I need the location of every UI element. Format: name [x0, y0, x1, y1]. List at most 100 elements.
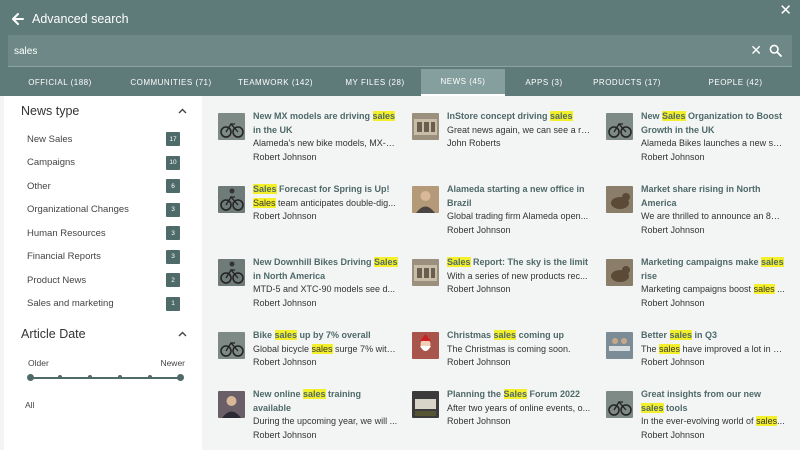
news-title[interactable]: Alameda starting a new office in Brazil: [447, 183, 592, 210]
news-title[interactable]: Bike sales up by 7% overall: [253, 329, 398, 343]
search-icon[interactable]: [769, 44, 782, 57]
news-title[interactable]: Christmas sales coming up: [447, 329, 592, 343]
news-type-item[interactable]: Product News 2: [27, 270, 180, 290]
news-card[interactable]: Marketing campaigns make sales rise Marke…: [606, 256, 786, 318]
news-type-title: News type: [21, 104, 80, 118]
search-term-highlight: Sales: [447, 257, 471, 267]
category-tabs: OFFICIAL (188) COMMUNITIES (71) TEAMWORK (…: [0, 69, 800, 96]
news-title[interactable]: New Sales Organization to Boost Growth i…: [641, 110, 786, 137]
count-badge: 3: [166, 226, 180, 240]
news-excerpt: Alameda Bikes launches a new sal...: [641, 138, 786, 148]
news-card-text: New MX models are driving sales in the U…: [253, 110, 398, 164]
news-title[interactable]: New Downhill Bikes Driving Sales in Nort…: [253, 256, 398, 283]
news-type-item[interactable]: Financial Reports 3: [27, 247, 180, 267]
search-term-highlight: sales: [659, 343, 681, 354]
slider-tick: [58, 375, 62, 379]
search-term-highlight: sales: [761, 257, 784, 267]
news-author: Robert Johnson: [641, 357, 705, 367]
slider-handle-start[interactable]: [26, 374, 34, 381]
news-excerpt: We are thrilled to announce an 8%...: [641, 211, 786, 221]
slider-handle-end[interactable]: [176, 374, 184, 381]
news-thumbnail: [412, 186, 439, 213]
news-card[interactable]: InStore concept driving sales Great news …: [412, 110, 592, 172]
news-card[interactable]: Great insights from our new sales tools I…: [606, 388, 786, 450]
search-input[interactable]: [14, 41, 714, 61]
slider-tick: [118, 375, 122, 379]
news-type-item[interactable]: Sales and marketing 1: [27, 294, 180, 314]
news-type-label: Campaigns: [27, 157, 76, 168]
news-card-text: Sales Report: The sky is the limit With a…: [447, 256, 592, 297]
news-title[interactable]: Market share rising in North America: [641, 183, 786, 210]
news-author: Robert Johnson: [253, 151, 317, 162]
count-badge: 1: [166, 296, 180, 311]
tab-teamwork[interactable]: TEAMWORK (142): [222, 69, 329, 96]
news-card-text: New Downhill Bikes Driving Sales in Nort…: [253, 256, 398, 310]
news-card[interactable]: Better sales in Q3 The sales have improve…: [606, 329, 786, 391]
search-term-highlight: Sales: [503, 389, 528, 399]
news-excerpt: The Christmas is coming soon.: [447, 343, 571, 354]
news-card[interactable]: Planning the Sales Forum 2022 After two y…: [412, 388, 592, 450]
count-badge: 6: [166, 179, 180, 193]
search-term-highlight: Sales: [253, 184, 277, 194]
news-card[interactable]: Sales Forecast for Spring is Up! Sales te…: [218, 183, 398, 245]
news-card[interactable]: Alameda starting a new office in Brazil G…: [412, 183, 592, 245]
news-card-text: Christmas sales coming up The Christmas i…: [447, 329, 592, 370]
news-thumbnail: [412, 113, 439, 140]
search-term-highlight: sales: [372, 111, 396, 121]
news-card[interactable]: New online sales training available Durin…: [218, 388, 398, 450]
news-type-item[interactable]: Campaigns 10: [27, 153, 180, 173]
news-type-item[interactable]: Other 6: [27, 176, 180, 196]
search-term-highlight: sales: [756, 416, 778, 426]
tab-news[interactable]: NEWS (45): [421, 69, 505, 96]
news-title[interactable]: Sales Report: The sky is the limit: [447, 256, 592, 270]
search-term-highlight: sales: [274, 330, 298, 340]
clear-search-icon[interactable]: ✕: [750, 43, 762, 57]
news-type-label: Sales and marketing: [27, 298, 114, 309]
news-type-header[interactable]: News type: [21, 104, 187, 118]
news-excerpt: Sales team anticipates double-dig...: [253, 197, 396, 208]
tab-products[interactable]: PRODUCTS (17): [583, 69, 671, 96]
date-slider[interactable]: [26, 374, 184, 381]
count-badge: 3: [166, 202, 180, 217]
back-button[interactable]: Advanced search: [12, 12, 129, 26]
news-card[interactable]: New Sales Organization to Boost Growth i…: [606, 110, 786, 172]
news-author: Robert Johnson: [253, 211, 317, 221]
news-author: Robert Johnson: [641, 224, 705, 235]
news-card[interactable]: Bike sales up by 7% overall Global bicycl…: [218, 329, 398, 391]
search-term-highlight: Sales: [253, 197, 276, 208]
news-title[interactable]: Planning the Sales Forum 2022: [447, 388, 592, 402]
page-title: Advanced search: [32, 12, 129, 26]
news-author: John Roberts: [447, 138, 501, 148]
news-card[interactable]: Market share rising in North America We a…: [606, 183, 786, 245]
news-author: Robert Johnson: [253, 297, 317, 308]
news-type-item[interactable]: Organizational Changes 3: [27, 200, 180, 220]
tab-my[interactable]: MY FILES (28): [329, 69, 421, 96]
search-term-highlight: Sales: [374, 257, 398, 267]
close-icon[interactable]: ✕: [779, 3, 792, 18]
news-title[interactable]: Better sales in Q3: [641, 329, 786, 343]
news-type-item[interactable]: Human Resources 3: [27, 223, 180, 243]
tab-apps[interactable]: APPS (3): [505, 69, 583, 96]
news-card[interactable]: New Downhill Bikes Driving Sales in Nort…: [218, 256, 398, 318]
article-date-header[interactable]: Article Date: [21, 327, 187, 341]
news-title[interactable]: Great insights from our new sales tools: [641, 388, 786, 415]
news-title[interactable]: Marketing campaigns make sales rise: [641, 256, 786, 283]
news-type-label: Other: [27, 180, 51, 192]
news-title[interactable]: New online sales training available: [253, 388, 398, 415]
news-author: Robert Johnson: [641, 429, 705, 440]
tab-official[interactable]: OFFICIAL (188): [0, 69, 120, 96]
news-card-text: Market share rising in North America We a…: [641, 183, 786, 237]
news-title[interactable]: Sales Forecast for Spring is Up!: [253, 183, 398, 197]
news-title[interactable]: InStore concept driving sales: [447, 110, 592, 124]
news-card[interactable]: Sales Report: The sky is the limit With a…: [412, 256, 592, 318]
news-type-item[interactable]: New Sales 17: [27, 129, 180, 149]
tab-communities[interactable]: COMMUNITIES (71): [120, 69, 222, 96]
news-card[interactable]: Christmas sales coming up The Christmas i…: [412, 329, 592, 391]
news-thumbnail: [606, 391, 633, 418]
tab-people[interactable]: PEOPLE (42): [671, 69, 800, 96]
news-card[interactable]: New MX models are driving sales in the U…: [218, 110, 398, 172]
slider-tick: [88, 375, 92, 379]
news-thumbnail: [606, 259, 633, 286]
news-title[interactable]: New MX models are driving sales in the U…: [253, 110, 398, 137]
news-card-text: New Sales Organization to Boost Growth i…: [641, 110, 786, 164]
